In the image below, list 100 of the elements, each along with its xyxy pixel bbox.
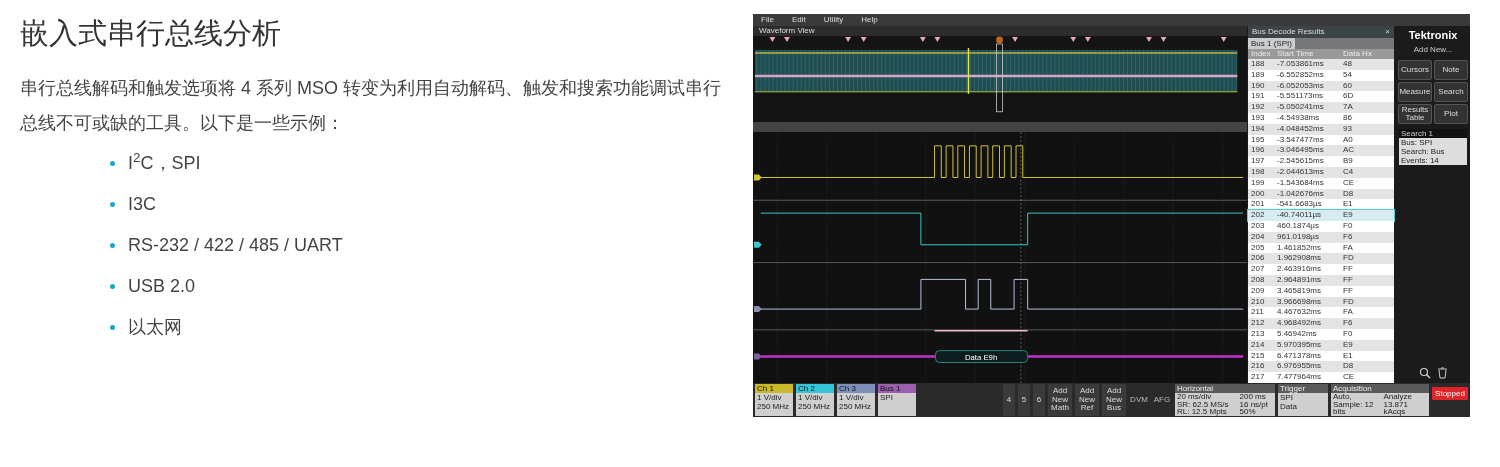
table-cell-text: 193 xyxy=(1251,113,1266,124)
result-row[interactable]: 211 4.467632ms FA xyxy=(1248,307,1394,319)
table-cell-text: 1.461852ms xyxy=(1277,242,1323,254)
result-row[interactable]: 217 7.477964ms CE xyxy=(1248,372,1394,383)
channel-marker-icon[interactable] xyxy=(753,305,762,312)
result-row[interactable]: 214 5.970395ms E9 xyxy=(1248,339,1394,351)
tool-button[interactable]: Search xyxy=(1434,81,1468,102)
badge-title: Bus 1 xyxy=(878,384,916,393)
channel-button[interactable]: 5 xyxy=(1018,384,1030,416)
table-cell-text: F6 xyxy=(1343,318,1354,329)
add-button[interactable]: Add New Math xyxy=(1048,384,1072,416)
tool-button[interactable]: Note xyxy=(1434,59,1468,80)
result-row[interactable]: 203 460.1874µs F0 xyxy=(1248,220,1394,232)
result-row[interactable]: 213 5.46942ms F0 xyxy=(1248,328,1394,340)
badge-line: Events: 14 xyxy=(1400,155,1440,165)
channel-marker-icon[interactable] xyxy=(753,241,762,248)
menu-item[interactable]: Utility xyxy=(823,14,844,26)
zoom-icon[interactable] xyxy=(1418,367,1431,379)
tool-button[interactable]: Measure xyxy=(1398,81,1432,102)
channel-button[interactable]: 6 xyxy=(1033,384,1045,416)
badge-line: RL: 12.5 Mpts xyxy=(1177,408,1228,416)
result-row[interactable]: 194 -4.048452ms 93 xyxy=(1248,123,1394,135)
table-cell-text: 209 xyxy=(1251,285,1266,297)
table-cell-text: 217 xyxy=(1251,372,1266,383)
table-cell-text: 196 xyxy=(1251,145,1266,157)
result-row[interactable]: 209 3.465819ms FF xyxy=(1248,285,1394,297)
search-badge[interactable]: Search 1 Bus: SPI Search: Bus Events: 14 xyxy=(1399,128,1467,165)
table-cell-text: 190 xyxy=(1251,80,1266,92)
table-cell-text: E9 xyxy=(1343,210,1354,221)
settings-badge[interactable]: Acquisition Auto, Analyze Sample: 12 bits 13.871 kAcqs xyxy=(1331,384,1429,416)
badge-line: 16 ns/pt xyxy=(1239,400,1269,408)
table-cell-text: -4.54938ms xyxy=(1277,113,1321,124)
badge-title: Ch 3 xyxy=(837,384,875,393)
table-cell-text: 206 xyxy=(1251,253,1266,265)
close-button[interactable]: × xyxy=(1385,26,1390,38)
result-row[interactable]: 206 1.962908ms FD xyxy=(1248,253,1394,265)
bus-tab[interactable]: Bus 1 (SPI) xyxy=(1248,38,1295,49)
result-row[interactable]: 216 6.976955ms D8 xyxy=(1248,361,1394,373)
trash-icon[interactable] xyxy=(1436,367,1448,379)
table-cell-text: 188 xyxy=(1251,59,1266,70)
channel-badge[interactable]: Bus 1 SPI xyxy=(878,384,916,416)
table-cell-text: 6.471378ms xyxy=(1277,350,1323,362)
result-row[interactable]: 200 -1.042676ms D8 xyxy=(1248,188,1394,200)
result-row[interactable]: 210 3.966698ms FD xyxy=(1248,296,1394,308)
table-cell-text: -6.052053ms xyxy=(1277,80,1325,92)
result-row[interactable]: 195 -3.547477ms A0 xyxy=(1248,134,1394,146)
badge-title: Trigger xyxy=(1278,384,1328,393)
channel-marker-icon[interactable] xyxy=(753,353,762,360)
table-cell-text: 3.465819ms xyxy=(1277,285,1323,297)
menu-item[interactable]: Help xyxy=(861,14,878,26)
channel-marker-icon[interactable] xyxy=(753,174,762,181)
settings-badge[interactable]: Horizontal 20 ms/div 200 ms SR: 62.5 MS/s 16 ns/pt RL: 12.5 Mpts 50% xyxy=(1175,384,1275,416)
table-cell-text: F0 xyxy=(1343,220,1354,232)
table-cell-text: -3.547477ms xyxy=(1277,134,1325,146)
result-row[interactable]: 215 6.471378ms E1 xyxy=(1248,350,1394,362)
add-button[interactable]: Add New Bus xyxy=(1102,384,1126,416)
result-row[interactable]: 204 961.0198µs F6 xyxy=(1248,231,1394,243)
table-cell-text: 6D xyxy=(1343,91,1355,103)
table-cell-text: FF xyxy=(1343,264,1354,275)
tool-button[interactable]: Cursors xyxy=(1398,59,1432,80)
result-row[interactable]: 192 -5.050241ms 7A xyxy=(1248,102,1394,113)
result-row[interactable]: 199 -1.543684ms CE xyxy=(1248,177,1394,189)
add-button[interactable]: Add New Ref xyxy=(1075,384,1099,416)
menu-item[interactable]: File xyxy=(761,14,774,26)
tool-button[interactable]: Plot xyxy=(1434,103,1468,124)
table-cell-text: -541.6683µs xyxy=(1277,199,1323,211)
result-row[interactable]: 193 -4.54938ms 86 xyxy=(1248,113,1394,124)
result-row[interactable]: 189 -6.552852ms 54 xyxy=(1248,69,1394,81)
result-row[interactable]: 198 -2.044613ms C4 xyxy=(1248,166,1394,178)
result-row[interactable]: 196 -3.046495ms AC xyxy=(1248,145,1394,157)
channel-badge[interactable]: Ch 2 1 V/div 250 MHz xyxy=(796,384,834,416)
result-row[interactable]: 191 -5.551173ms 6D xyxy=(1248,91,1394,103)
channel-button[interactable]: 4 xyxy=(1003,384,1015,416)
result-row[interactable]: 190 -6.052053ms 60 xyxy=(1248,80,1394,92)
result-row[interactable]: 212 4.968492ms F6 xyxy=(1248,318,1394,329)
column-header: Index xyxy=(1251,49,1272,59)
tool-button[interactable]: Results Table xyxy=(1398,103,1432,124)
table-cell-text: -7.053861ms xyxy=(1277,59,1325,70)
badge-title: Search 1 xyxy=(1399,128,1467,138)
run-stop-button[interactable]: Stopped xyxy=(1432,387,1468,400)
settings-badge[interactable]: Trigger SPI Data xyxy=(1278,384,1328,416)
badge-title: Ch 1 xyxy=(755,384,793,393)
result-row[interactable]: 208 2.964891ms FF xyxy=(1248,274,1394,286)
table-cell-text: 200 xyxy=(1251,188,1266,200)
menu-item[interactable]: Edit xyxy=(791,14,806,26)
table-cell-text: 5.970395ms xyxy=(1277,339,1323,351)
table-cell-text: 197 xyxy=(1251,156,1266,167)
result-row[interactable]: 202 -40.74011µs E9 xyxy=(1248,210,1394,221)
badge-line: 20 ms/div xyxy=(1177,393,1213,401)
result-row[interactable]: 207 2.463916ms FF xyxy=(1248,264,1394,275)
channel-badge[interactable]: Ch 3 1 V/div 250 MHz xyxy=(837,384,875,416)
result-row[interactable]: 188 -7.053861ms 48 xyxy=(1248,59,1394,70)
table-cell-text: 208 xyxy=(1251,274,1266,286)
result-row[interactable]: 205 1.461852ms FA xyxy=(1248,242,1394,254)
table-cell-text: 202 xyxy=(1251,210,1266,221)
table-cell-text: 212 xyxy=(1251,318,1266,329)
table-cell-text: 7A xyxy=(1343,102,1354,113)
result-row[interactable]: 197 -2.545615ms B9 xyxy=(1248,156,1394,167)
channel-badge[interactable]: Ch 1 1 V/div 250 MHz xyxy=(755,384,793,416)
table-cell-text: 189 xyxy=(1251,69,1266,81)
